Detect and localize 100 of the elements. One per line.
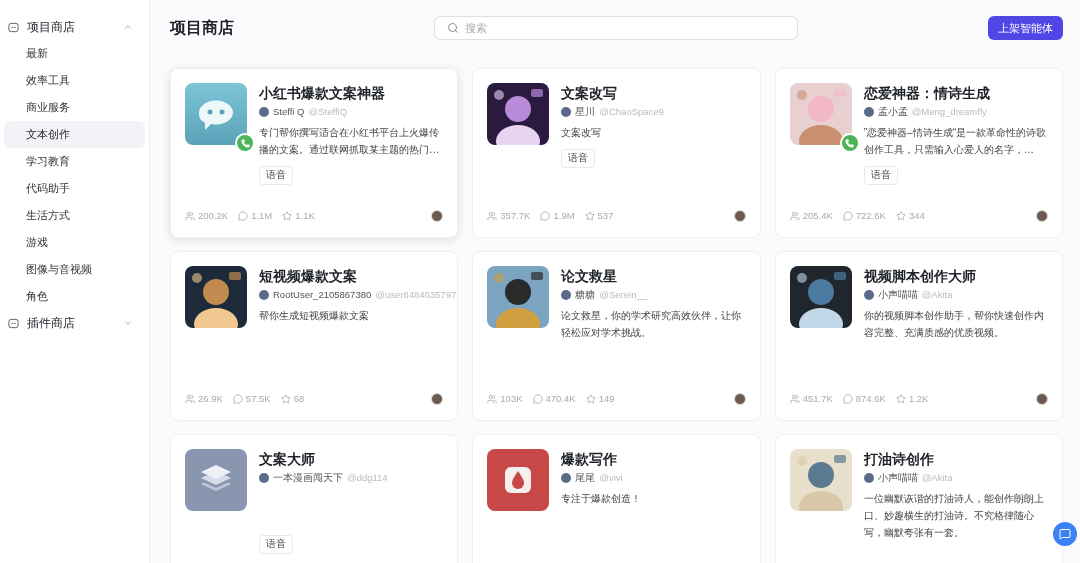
card-title: 爆款写作 (561, 450, 619, 469)
creator-avatar (431, 392, 444, 405)
sidebar-item[interactable]: 学习教育 (4, 148, 145, 175)
sidebar-item[interactable]: 生活方式 (4, 202, 145, 229)
card-description: 你的视频脚本创作助手，帮你快速创作内容完整、充满质感的优质视频。 (863, 309, 1045, 341)
card-description: 论文救星，你的学术研究高效伙伴，让你轻松应对学术挑战。 (561, 309, 743, 341)
stars-count: 1.2K (908, 391, 929, 406)
robot-icon (8, 317, 19, 329)
agent-card[interactable]: 恋爱神器：情诗生成 孟小孟 @Meng_dreamfly ”恋爱神器–情诗生成“是一款革命性的诗歌创作工具，只需输入心爱人的名字，… 语音 205.4K 722.6K 344 (774, 68, 1063, 238)
author-handle: @Akita (921, 471, 953, 485)
chevron-up-icon (123, 22, 133, 32)
creator-avatar (1036, 209, 1048, 222)
publish-button[interactable]: 上架智能体 (988, 16, 1063, 40)
sidebar-item[interactable]: 文本创作 (4, 121, 145, 148)
comments-count: 1.9M (553, 208, 575, 223)
chat-button[interactable] (1053, 522, 1077, 546)
author-name: RootUser_2105867380 (273, 288, 372, 302)
card-title: 文案改写 (561, 84, 619, 103)
chat-bubble-icon (185, 83, 247, 145)
comments-count: 874.6K (855, 391, 886, 406)
author-handle: @SteffiQ (308, 105, 348, 119)
author-avatar (561, 107, 572, 118)
creator-avatar (733, 209, 746, 222)
sidebar-item[interactable]: 最新 (4, 40, 145, 67)
author-avatar (259, 290, 269, 301)
sidebar-item[interactable]: 效率工具 (4, 67, 145, 94)
page-title: 项目商店 (170, 18, 235, 38)
users-icon (487, 210, 498, 221)
drop-icon (487, 449, 550, 511)
creator-avatar (431, 209, 444, 222)
search-input[interactable]: 搜索 (465, 19, 785, 37)
author-avatar (863, 473, 874, 484)
card-description: 一位幽默诙谐的打油诗人，能创作朗朗上口、妙趣横生的打油诗。不究格律随心写，幽默夸张有一套。 (863, 492, 1045, 541)
star-icon (585, 393, 596, 404)
star-icon (280, 393, 291, 404)
comments-count: 470.4K (545, 391, 576, 406)
sidebar-item[interactable]: 代码助手 (4, 175, 145, 202)
stars-count: 68 (293, 391, 305, 406)
creator-avatar (733, 392, 746, 405)
users-icon (185, 393, 195, 404)
agent-card[interactable]: 爆款写作 尾尾 @vivi 专注于爆款创造！ (472, 434, 761, 563)
agent-card[interactable]: 视频脚本创作大师 小声喵喵 @Akita 你的视频脚本创作助手，帮你快速创作内容完整、充满质感的优质视频。 451.7K 874.6K 1.2K (774, 251, 1063, 421)
users-count: 451.7K (802, 391, 833, 406)
users-icon (789, 393, 800, 404)
tag: 语音 (561, 149, 596, 168)
sidebar-item[interactable]: 角色 (4, 283, 145, 310)
agent-card[interactable]: 短视频爆款文案 RootUser_2105867380 @user8484635797 帮你生成短视频爆款文案 26.9K 57.5K 68 (170, 251, 459, 421)
card-description: 专注于爆款创造！ (561, 492, 643, 507)
card-description: 专门帮你撰写适合在小红书平台上火爆传播的文案。通过联网抓取某主题的热门… (259, 126, 441, 158)
users-icon (487, 393, 498, 404)
search-field[interactable]: 搜索 (434, 16, 798, 40)
sidebar-item[interactable]: 商业服务 (4, 94, 145, 121)
section-label: 项目商店 (27, 19, 76, 36)
author-name: 一本漫画闯天下 (273, 471, 343, 485)
author-name: 星川 (575, 105, 596, 119)
author-handle: @Akita (921, 288, 953, 302)
sidebar-section[interactable]: 插件商店 (4, 310, 145, 336)
comments-count: 722.6K (855, 208, 886, 223)
comment-icon (232, 393, 243, 404)
card-title: 短视频爆款文案 (259, 267, 358, 286)
comment-icon (238, 210, 249, 221)
star-icon (282, 210, 293, 221)
author-name: 尾尾 (575, 471, 596, 485)
stars-count: 149 (598, 391, 615, 406)
robot-icon (8, 21, 19, 33)
author-handle: @Serein__ (599, 288, 647, 302)
card-title: 恋爱神器：情诗生成 (863, 84, 991, 103)
agent-card[interactable]: 论文救星 糖糖 @Serein__ 论文救星，你的学术研究高效伙伴，让你轻松应对学术挑战。 103K 470.4K 149 (472, 251, 761, 421)
agent-card[interactable]: 打油诗创作 小声喵喵 @Akita 一位幽默诙谐的打油诗人，能创作朗朗上口、妙趣横生的打油诗。不究格律随心写，幽默夸张有一套。 (774, 434, 1063, 563)
author-avatar (863, 107, 874, 118)
author-handle: @ChaoSpace9 (599, 105, 664, 119)
author-handle: @Meng_dreamfly (911, 105, 987, 119)
tag: 语音 (259, 166, 293, 185)
sidebar-item[interactable]: 游戏 (4, 229, 145, 256)
comment-icon (842, 393, 853, 404)
author-handle: @ddg114 (347, 471, 388, 485)
author-avatar (561, 473, 572, 484)
author-name: Steffi Q (273, 105, 305, 119)
stars-count: 537 (597, 208, 614, 223)
users-count: 26.9K (198, 391, 223, 406)
comment-icon (532, 393, 543, 404)
author-name: 糖糖 (575, 288, 596, 302)
author-name: 小声喵喵 (877, 471, 918, 485)
layers-icon (185, 449, 247, 511)
card-title: 视频脚本创作大师 (863, 267, 977, 286)
agent-card[interactable]: 小红书爆款文案神器 Steffi Q @SteffiQ 专门帮你撰写适合在小红书平台上火爆传播的文案。通过联网抓取某主题的热门… 语音 200.2K 1.1M 1.1K (170, 68, 459, 238)
author-handle: @vivi (599, 471, 623, 485)
users-count: 357.7K (500, 208, 531, 223)
sidebar-section[interactable]: 项目商店 (4, 14, 145, 40)
agent-card[interactable]: 文案大师 一本漫画闯天下 @ddg114 语音 (170, 434, 459, 563)
section-label: 插件商店 (27, 315, 76, 332)
chat-icon (1059, 528, 1071, 540)
card-description: 文案改写 (561, 126, 603, 141)
agent-card[interactable]: 文案改写 星川 @ChaoSpace9 文案改写 语音 357.7K 1.9M 537 (472, 68, 761, 238)
sidebar-item[interactable]: 图像与音视频 (4, 256, 145, 283)
tag: 语音 (259, 535, 293, 554)
comment-icon (540, 210, 551, 221)
author-name: 孟小孟 (877, 105, 908, 119)
author-avatar (561, 290, 572, 301)
author-handle: @user8484635797 (375, 288, 457, 302)
